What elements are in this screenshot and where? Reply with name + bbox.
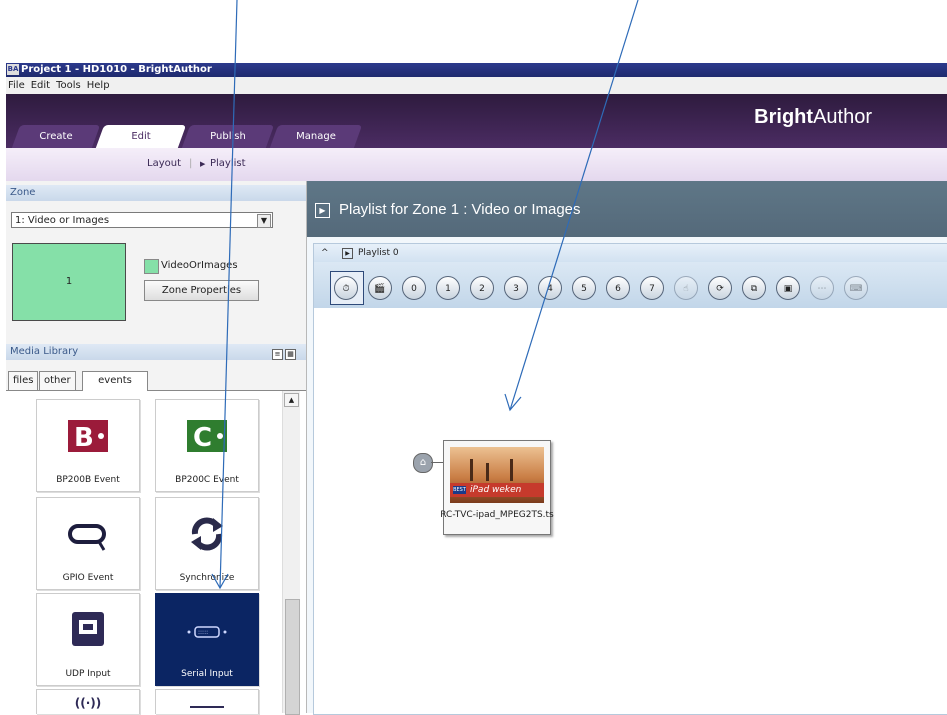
media-item-keyboard[interactable] — [155, 689, 259, 714]
collapse-icon[interactable]: ^ — [321, 244, 329, 262]
zone-message-icon[interactable]: ⧉ — [742, 276, 766, 300]
timeout-icon[interactable]: ⏱ — [334, 276, 358, 300]
media-item-label: BP200C Event — [175, 475, 239, 485]
media-thumbnail: BEST iPad weken — [450, 447, 544, 503]
media-item-label: UDP Input — [65, 669, 111, 679]
zone-color-swatch — [144, 259, 159, 274]
thumbnail-silhouette — [470, 459, 473, 481]
playlist-name: Playlist 0 — [358, 248, 399, 258]
svg-text:C: C — [193, 423, 212, 453]
tab-create[interactable]: Create — [11, 125, 101, 148]
media-item-label: Serial Input — [181, 669, 233, 679]
playlist-header: ▶ Playlist for Zone 1 : Video or Images — [307, 181, 947, 237]
synchronize-icon[interactable]: ⟳ — [708, 276, 732, 300]
thumbnail-silhouette — [510, 459, 513, 481]
thumbnail-caption: BEST iPad weken — [450, 483, 544, 497]
media-library-header: Media Library — [6, 344, 306, 360]
button-4-icon[interactable]: 4 — [538, 276, 562, 300]
node-label: RC-TVC-ipad_MPEG2TS.ts — [440, 510, 554, 520]
media-end-icon[interactable]: 🎬 — [368, 276, 392, 300]
tab-other[interactable]: other — [39, 371, 76, 390]
udp-icon[interactable]: ▣ — [776, 276, 800, 300]
play-icon[interactable]: ▶ — [315, 203, 330, 218]
serial-input-icon: ::::: — [187, 626, 227, 638]
playlist-bar: ^ ▶ Playlist 0 — [314, 244, 947, 262]
window-title-bar: BA Project 1 - HD1010 - BrightAuthor — [6, 63, 947, 77]
media-item-bp200c[interactable]: C BP200C Event — [155, 399, 259, 492]
svg-text:B: B — [74, 423, 94, 453]
media-item-label: BP200B Event — [56, 475, 120, 485]
zone-type-label: VideoOrImages — [161, 260, 238, 271]
media-item-label: GPIO Event — [62, 573, 114, 583]
subnav-playlist[interactable]: Playlist — [210, 158, 246, 169]
menu-bar: File Edit Tools Help — [6, 77, 947, 94]
scrollbar-thumb[interactable] — [285, 599, 300, 715]
menu-file[interactable]: File — [8, 80, 25, 91]
button-5-icon[interactable]: 5 — [572, 276, 596, 300]
wireless-icon: ((·)) — [74, 696, 102, 710]
zone-select-value: 1: Video or Images — [15, 215, 110, 226]
home-icon[interactable]: ⌂ — [413, 453, 433, 473]
brand-logo: BrightAuthor — [754, 106, 872, 128]
play-icon[interactable]: ▶ — [342, 248, 353, 259]
menu-tools[interactable]: Tools — [56, 80, 81, 91]
playlist-canvas: ^ ▶ Playlist 0 ⏱ 🎬 0 1 2 3 4 5 6 7 ☝ ⟳ ⧉… — [313, 243, 947, 715]
playlist-title: Playlist for Zone 1 : Video or Images — [339, 201, 581, 218]
media-item-wireless[interactable]: ((·)) — [36, 689, 140, 714]
tab-edit[interactable]: Edit — [95, 125, 187, 148]
keyboard-icon[interactable]: ⌨ — [844, 276, 868, 300]
zone-properties-button[interactable]: Zone Properties — [144, 280, 259, 301]
sub-navigation: Layout | ▶ Playlist — [6, 148, 947, 181]
media-item-gpio[interactable]: GPIO Event — [36, 497, 140, 590]
tab-manage[interactable]: Manage — [269, 125, 363, 148]
tab-files[interactable]: files — [8, 371, 39, 390]
chevron-down-icon[interactable]: ▼ — [257, 214, 271, 228]
subnav-layout[interactable]: Layout — [147, 158, 181, 169]
media-library-tabs: files other events — [6, 368, 306, 391]
playlist-editor: ▶ Playlist for Zone 1 : Video or Images … — [307, 181, 947, 715]
button-3-icon[interactable]: 3 — [504, 276, 528, 300]
button-0-icon[interactable]: 0 — [402, 276, 426, 300]
event-toolbar: ⏱ 🎬 0 1 2 3 4 5 6 7 ☝ ⟳ ⧉ ▣ ⋯ ⌨ — [314, 262, 947, 308]
media-item-udp-input[interactable]: UDP Input — [36, 593, 140, 686]
subnav-divider: | — [189, 158, 193, 169]
zone-preview[interactable]: 1 — [12, 243, 126, 321]
button-6-icon[interactable]: 6 — [606, 276, 630, 300]
gpio-icon — [68, 524, 106, 551]
zone-section-header: Zone — [6, 185, 306, 201]
thumbnail-badge: BEST — [453, 486, 466, 494]
synchronize-icon — [191, 517, 223, 551]
menu-help[interactable]: Help — [87, 80, 110, 91]
bp200c-icon: C — [187, 420, 227, 453]
media-item-serial-input[interactable]: ::::: Serial Input — [155, 593, 259, 686]
media-library-scrollbar[interactable]: ▲ — [282, 391, 300, 715]
bp200b-icon: B — [68, 420, 108, 453]
app-icon: BA — [7, 64, 19, 75]
media-item-bp200b[interactable]: B BP200B Event — [36, 399, 140, 492]
media-item-synchronize[interactable]: Synchronize — [155, 497, 259, 590]
playlist-state-node[interactable]: BEST iPad weken RC-TVC-ipad_MPEG2TS.ts — [440, 440, 554, 535]
thumbnail-silhouette — [486, 463, 489, 481]
button-2-icon[interactable]: 2 — [470, 276, 494, 300]
button-1-icon[interactable]: 1 — [436, 276, 460, 300]
tab-events[interactable]: events — [82, 371, 148, 391]
grid-view-icon[interactable]: ▦ — [285, 349, 296, 360]
play-icon: ▶ — [200, 160, 206, 168]
zone-select[interactable]: 1: Video or Images ▼ — [11, 212, 273, 228]
svg-text::::::: ::::: — [198, 629, 208, 636]
left-panel: Zone 1: Video or Images ▼ 1 VideoOrImage… — [6, 181, 307, 715]
home-connector — [431, 462, 443, 463]
menu-edit[interactable]: Edit — [31, 80, 50, 91]
button-7-icon[interactable]: 7 — [640, 276, 664, 300]
media-item-label: Synchronize — [179, 573, 235, 583]
list-view-icon[interactable]: ≡ — [272, 349, 283, 360]
media-library-grid: B BP200B Event C BP200C Event GPIO Event — [6, 391, 306, 714]
udp-input-icon — [72, 612, 104, 646]
touch-icon[interactable]: ☝ — [674, 276, 698, 300]
scroll-up-icon[interactable]: ▲ — [284, 393, 299, 407]
window-title: Project 1 - HD1010 - BrightAuthor — [21, 64, 212, 75]
tab-publish[interactable]: Publish — [181, 125, 275, 148]
serial-icon[interactable]: ⋯ — [810, 276, 834, 300]
